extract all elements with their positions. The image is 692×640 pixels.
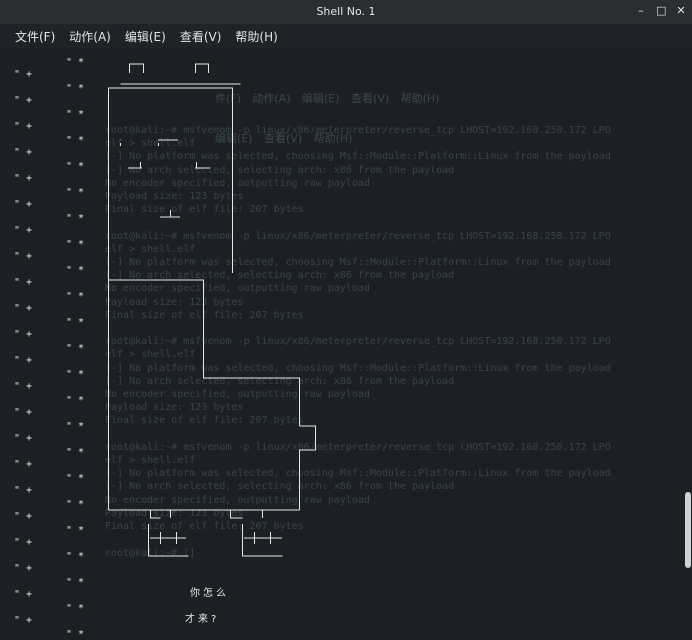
rain-char-plus: " + [14,251,33,262]
ghost-line: [-] No arch selected, selecting arch: x8… [105,375,455,387]
rain-char-plus: " + [14,95,33,106]
ghost-line: elf > shell.elf [105,455,196,467]
ghost-line: Payload size: 123 bytes [105,296,244,308]
rain-char-star: " * [66,265,85,276]
maximize-button[interactable]: □ [656,4,666,17]
ghost-menu-top: 件(F) 动作(A) 编辑(E) 查看(V) 帮助(H) [215,92,440,105]
menu-action[interactable]: 动作(A) [69,28,111,45]
ghost-line: root@kali:~# msfvenom -p linux/x86/meter… [105,336,611,348]
rain-char-star: " * [66,135,85,146]
rain-char-plus: " + [14,329,33,340]
rain-char-plus: " + [14,589,33,600]
window-controls: – □ ✕ [636,4,686,17]
ghost-line: [-] No arch selected, selecting arch: x8… [105,270,455,282]
rain-char-star: " * [66,187,85,198]
menu-help[interactable]: 帮助(H) [235,28,277,45]
title-bar[interactable]: Shell No. 1 – □ ✕ [0,0,692,24]
close-button[interactable]: ✕ [676,4,686,17]
menu-view[interactable]: 查看(V) [180,28,222,45]
rain-char-star: " * [66,109,85,120]
rain-char-star: " * [66,317,85,328]
ghost-line: Payload size: 123 bytes [105,191,244,203]
rain-char-star: " * [66,629,85,640]
rain-char-plus: " + [14,407,33,418]
rain-char-star: " * [66,473,85,484]
ghost-line: root@kali:~# [] [105,547,196,559]
ghost-line: Final size of elf file: 207 bytes [105,309,304,321]
rain-char-star: " * [66,57,85,68]
menu-edit[interactable]: 编辑(E) [125,28,166,45]
message-line-2: 才来? [185,614,220,625]
ghost-line: No encoder specified, outputting raw pay… [105,283,370,295]
ghost-line: [-] No platform was selected, choosing M… [105,257,611,269]
rain-char-star: " * [66,369,85,380]
window-title: Shell No. 1 [316,5,376,18]
ghost-line: No encoder specified, outputting raw pay… [105,494,370,506]
rain-char-plus: " + [14,485,33,496]
rain-char-plus: " + [14,355,33,366]
rain-char-star: " * [66,343,85,354]
rain-char-star: " * [66,239,85,250]
rain-char-star: " * [66,577,85,588]
rain-char-star: " * [66,83,85,94]
ghost-line: root@kali:~# msfvenom -p linux/x86/meter… [105,230,611,242]
scrollbar-track[interactable] [684,48,692,640]
rain-char-plus: " + [14,121,33,132]
ghost-line [105,216,684,229]
ghost-line [105,533,684,546]
rain-char-star: " * [66,421,85,432]
ghost-terminal-text: root@kali:~# msfvenom -p linux/x86/meter… [105,124,684,560]
rain-char-plus: " + [14,563,33,574]
rain-char-plus: " + [14,277,33,288]
rain-char-star: " * [66,603,85,614]
ghost-line: Final size of elf file: 207 bytes [105,521,304,533]
rain-char-plus: " + [14,147,33,158]
ghost-line: Payload size: 123 bytes [105,402,244,414]
ghost-line [105,428,684,441]
rain-char-plus: " + [14,381,33,392]
rain-char-plus: " + [14,303,33,314]
menu-bar: 文件(F) 动作(A) 编辑(E) 查看(V) 帮助(H) [0,24,692,48]
ghost-line: No encoder specified, outputting raw pay… [105,177,370,189]
rain-char-star: " * [66,161,85,172]
ghost-line: Payload size: 123 bytes [105,507,244,519]
ghost-line: [-] No arch selected, selecting arch: x8… [105,481,455,493]
rain-char-star: " * [66,395,85,406]
ghost-line: [-] No arch selected, selecting arch: x8… [105,164,455,176]
ghost-line: Final size of elf file: 207 bytes [105,415,304,427]
ghost-line: Final size of elf file: 207 bytes [105,204,304,216]
menu-file[interactable]: 文件(F) [15,28,55,45]
terminal-window: Shell No. 1 – □ ✕ 文件(F) 动作(A) 编辑(E) 查看(V… [0,0,692,640]
rain-char-star: " * [66,525,85,536]
ghost-line: root@kali:~# msfvenom -p linux/x86/meter… [105,125,611,136]
rain-char-plus: " + [14,511,33,522]
rain-char-star: " * [66,291,85,302]
rain-char-star: " * [66,447,85,458]
ghost-line: elf > shell.elf [105,243,196,255]
rain-char-plus: " + [14,225,33,236]
ghost-line: [-] No platform was selected, choosing M… [105,151,611,163]
rain-char-plus: " + [14,615,33,626]
ghost-line [105,322,684,335]
rain-char-plus: " + [14,433,33,444]
ghost-line: [-] No platform was selected, choosing M… [105,468,611,480]
rain-char-star: " * [66,551,85,562]
scrollbar-thumb[interactable] [685,492,691,568]
ghost-line: No encoder specified, outputting raw pay… [105,389,370,401]
rain-char-star: " * [66,499,85,510]
rain-char-star: " * [66,213,85,224]
rain-char-plus: " + [14,537,33,548]
minimize-button[interactable]: – [636,4,646,17]
ghost-line: root@kali:~# msfvenom -p linux/x86/meter… [105,441,611,453]
ghost-line: [-] No platform was selected, choosing M… [105,362,611,374]
rain-char-plus: " + [14,69,33,80]
ghost-line: elf > shell.elf [105,349,196,361]
message-line-1: 你怎么 [190,588,229,599]
rain-char-plus: " + [14,459,33,470]
ghost-line: elf > shell.elf [105,138,196,150]
rain-char-plus: " + [14,173,33,184]
rain-char-plus: " + [14,199,33,210]
terminal-output[interactable]: 件(F) 动作(A) 编辑(E) 查看(V) 帮助(H) 编辑(E) 查看(V)… [0,48,684,640]
